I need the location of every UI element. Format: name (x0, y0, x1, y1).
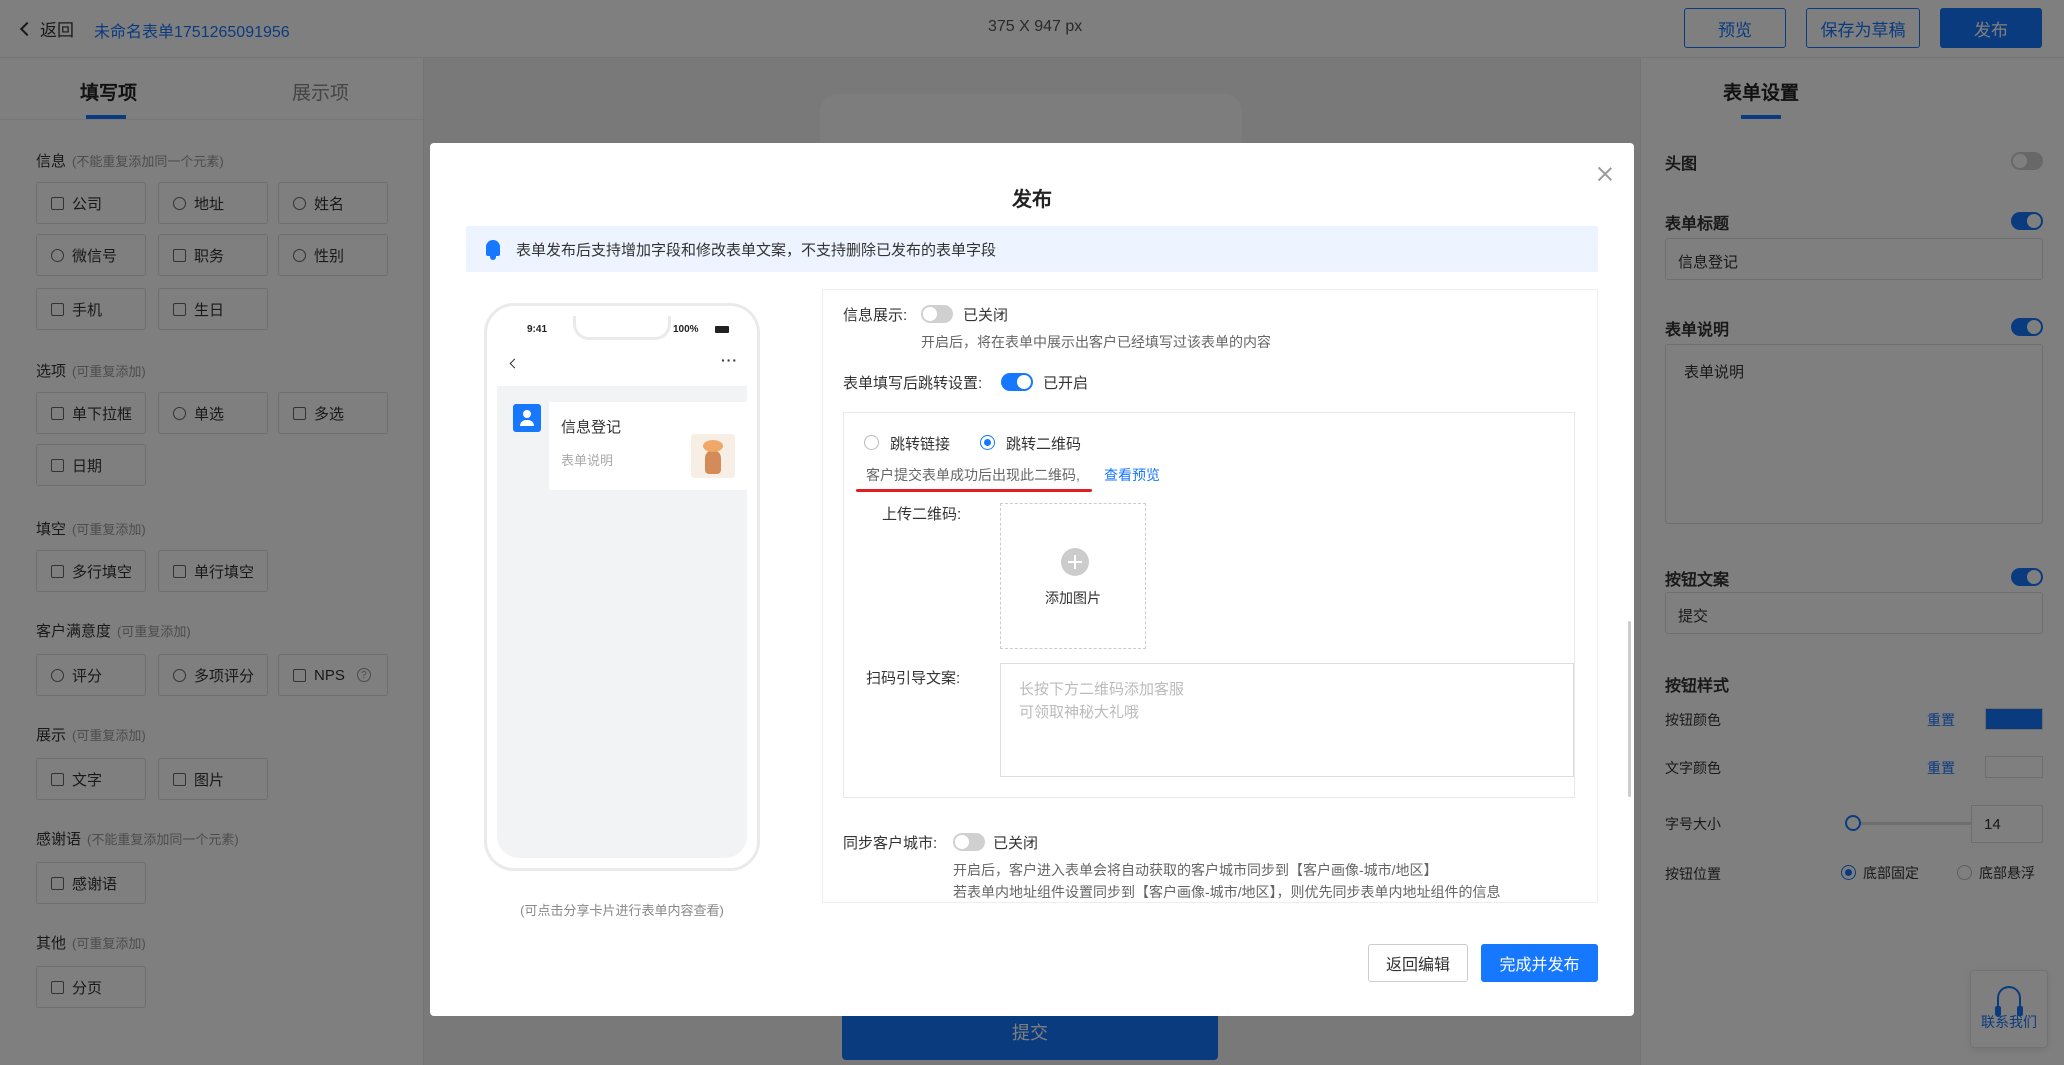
redirect-link-label: 跳转链接 (890, 436, 951, 453)
info-display-label: 信息展示: (843, 307, 908, 324)
scan-guide-label: 扫码引导文案: (866, 670, 961, 687)
publish-notice: 表单发布后支持增加字段和修改表单文案，不支持删除已发布的表单字段 (466, 226, 1598, 272)
redirect-options-box: 跳转链接 跳转二维码 客户提交表单成功后出现此二维码, 查看预览 上传二维码: … (843, 412, 1575, 798)
info-display-toggle[interactable] (921, 305, 953, 323)
redirect-link-radio[interactable] (864, 435, 879, 450)
phone-signal: 100% (673, 324, 699, 335)
publish-settings: 信息展示: 已关闭 开启后，将在表单中展示出客户已经填写过该表单的内容 表单填写… (822, 289, 1598, 903)
qr-hint: 客户提交表单成功后出现此二维码, (866, 467, 1080, 483)
scan-guide-placeholder-1: 长按下方二维码添加客服 (1019, 681, 1185, 698)
share-card[interactable]: 信息登记 表单说明 (549, 402, 747, 490)
phone-screen: 9:41 100% ··· 信息登记 表单说明 (497, 316, 747, 858)
redirect-qr-radio[interactable] (980, 435, 995, 450)
publish-modal: 发布 表单发布后支持增加字段和修改表单文案，不支持删除已发布的表单字段 9:41… (430, 143, 1634, 1016)
scan-guide-textarea[interactable]: 长按下方二维码添加客服 可领取神秘大礼哦 (1000, 663, 1574, 777)
redirect-qr-label: 跳转二维码 (1006, 436, 1082, 453)
phone-time: 9:41 (527, 324, 548, 335)
sync-city-hint-2: 若表单内地址组件设置同步到【客户画像-城市/地区】，则优先同步表单内地址组件的信… (953, 884, 1501, 900)
upload-qr-label: 上传二维码: (882, 506, 962, 523)
sync-city-label: 同步客户城市: (843, 835, 938, 852)
phone-preview[interactable]: 9:41 100% ··· 信息登记 表单说明 (484, 303, 760, 871)
chevron-left-icon (509, 358, 520, 369)
view-preview-link[interactable]: 查看预览 (1104, 465, 1160, 485)
redirect-label: 表单填写后跳转设置: (843, 375, 983, 392)
sync-city-state: 已关闭 (993, 835, 1039, 852)
add-image-label: 添加图片 (1045, 590, 1101, 606)
more-icon: ··· (721, 352, 738, 368)
settings-scrollbar[interactable] (1628, 621, 1631, 797)
scan-guide-placeholder-2: 可领取神秘大礼哦 (1019, 704, 1140, 721)
upload-qr-area[interactable]: 添加图片 (1000, 503, 1146, 649)
modal-title: 发布 (1012, 189, 1052, 211)
notice-text: 表单发布后支持增加字段和修改表单文案，不支持删除已发布的表单字段 (516, 241, 997, 259)
back-to-edit-button[interactable]: 返回编辑 (1368, 944, 1468, 982)
avatar (513, 404, 541, 432)
vase-thumbnail-icon (691, 434, 735, 478)
annotation-underline (856, 489, 1092, 492)
battery-icon (715, 326, 729, 333)
close-icon[interactable] (1594, 163, 1616, 185)
phone-notch (573, 316, 671, 340)
redirect-state: 已开启 (1043, 375, 1089, 392)
redirect-toggle[interactable] (1001, 373, 1033, 391)
share-card-title: 信息登记 (561, 419, 622, 436)
sync-city-hint-1: 开启后，客户进入表单会将自动获取的客户城市同步到【客户画像-城市/地区】 (953, 862, 1438, 878)
sync-city-toggle[interactable] (953, 833, 985, 851)
share-card-desc: 表单说明 (561, 453, 614, 468)
finish-publish-button[interactable]: 完成并发布 (1481, 944, 1598, 982)
phone-caption: (可点击分享卡片进行表单内容查看) (520, 903, 724, 918)
info-display-state: 已关闭 (963, 307, 1009, 324)
bell-icon (486, 240, 500, 260)
info-display-hint: 开启后，将在表单中展示出客户已经填写过该表单的内容 (921, 334, 1271, 350)
plus-icon (1061, 548, 1089, 576)
